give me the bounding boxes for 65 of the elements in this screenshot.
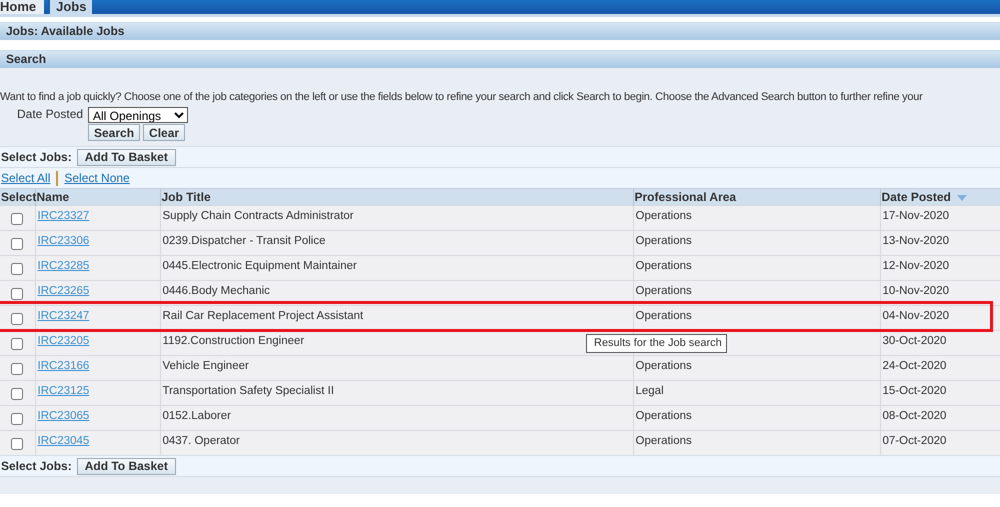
date-cell: 30-Oct-2020 — [880, 330, 1000, 356]
job-link[interactable]: IRC23166 — [38, 360, 90, 372]
add-to-basket-button[interactable]: Add To Basket — [76, 458, 176, 474]
select-all-link[interactable]: Select All — [1, 171, 50, 185]
job-title-cell: 0437. Operator — [160, 430, 633, 455]
area-cell: Operations — [633, 406, 880, 430]
search-button[interactable]: Search — [88, 124, 140, 141]
job-link[interactable]: IRC23205 — [38, 335, 90, 347]
select-jobs-label: Select Jobs: — [1, 150, 72, 164]
job-title-cell: Vehicle Engineer — [160, 356, 633, 380]
row-checkbox[interactable] — [11, 288, 24, 300]
area-cell: Operations — [633, 306, 880, 330]
nav-tab[interactable]: Jobs — [48, 0, 92, 14]
area-cell: Operations — [633, 356, 880, 380]
date-cell: 17-Nov-2020 — [880, 206, 1000, 230]
date-cell: 04-Nov-2020 — [880, 306, 1000, 330]
row-checkbox[interactable] — [11, 388, 24, 400]
job-title-cell: Rail Car Replacement Project Assistant — [160, 306, 633, 330]
section-header: Search — [0, 50, 1000, 68]
area-cell: Operations — [633, 230, 880, 256]
job-title-cell: 0239.Dispatcher - Transit Police — [160, 230, 633, 256]
date-posted-dropdown[interactable]: All Openings — [88, 107, 188, 123]
section-header: Jobs: Available Jobs — [0, 22, 1000, 40]
column-header: Date Posted — [880, 188, 1000, 206]
clear-button[interactable]: Clear — [143, 124, 186, 141]
job-link[interactable]: IRC23265 — [38, 285, 90, 297]
row-checkbox[interactable] — [11, 363, 24, 375]
select-jobs-label: Select Jobs: — [1, 459, 72, 473]
select-none-link[interactable]: Select None — [64, 171, 130, 185]
date-cell: 12-Nov-2020 — [880, 256, 1000, 280]
nav-tab[interactable]: Home — [0, 0, 44, 14]
add-to-basket-button[interactable]: Add To Basket — [76, 148, 176, 166]
job-link[interactable]: IRC23327 — [38, 210, 90, 222]
row-checkbox[interactable] — [11, 338, 24, 350]
job-link[interactable]: IRC23285 — [38, 260, 90, 272]
row-checkbox[interactable] — [11, 238, 24, 250]
column-header: Name — [35, 188, 160, 206]
date-cell: 24-Oct-2020 — [880, 356, 1000, 380]
row-checkbox[interactable] — [11, 313, 24, 325]
job-link[interactable]: IRC23065 — [38, 410, 90, 422]
row-checkbox[interactable] — [11, 213, 24, 225]
job-link[interactable]: IRC23247 — [38, 310, 90, 322]
job-link[interactable]: IRC23125 — [38, 385, 90, 397]
job-title-cell: 0445.Electronic Equipment Maintainer — [160, 256, 633, 280]
row-checkbox[interactable] — [11, 263, 24, 275]
date-cell: 15-Oct-2020 — [880, 380, 1000, 406]
area-cell: Operations — [633, 430, 880, 455]
column-header: Job Title — [160, 188, 633, 206]
job-title-cell: Transportation Safety Specialist II — [160, 380, 633, 406]
instruction-text: Want to find a job quickly? Choose one of the job categories on the left or use the fields below to refine your search and click Search to begin. Choose the Advanced Search button to further refine your — [0, 90, 924, 103]
date-cell: 08-Oct-2020 — [880, 406, 1000, 430]
area-cell: Operations — [633, 256, 880, 280]
column-header: Select — [0, 188, 35, 206]
field-label: Date Posted — [17, 107, 84, 121]
area-cell: Operations — [633, 206, 880, 230]
date-cell: 07-Oct-2020 — [880, 430, 1000, 455]
results-tooltip: Results for the Job search — [586, 334, 727, 352]
row-checkbox[interactable] — [11, 413, 24, 425]
date-cell: 13-Nov-2020 — [880, 230, 1000, 256]
column-header: Professional Area — [633, 188, 880, 206]
job-title-cell: Supply Chain Contracts Administrator — [160, 206, 633, 230]
job-link[interactable]: IRC23306 — [38, 235, 90, 247]
row-checkbox[interactable] — [11, 438, 24, 450]
job-title-cell: 0152.Laborer — [160, 406, 633, 430]
area-cell: Legal — [633, 380, 880, 406]
